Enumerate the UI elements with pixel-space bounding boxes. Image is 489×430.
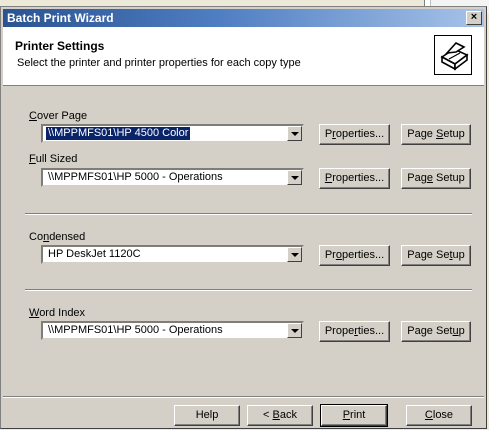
condensed-printer-value: HP DeskJet 1120C — [48, 248, 141, 260]
word-index-page-setup-button[interactable]: Page Setup — [401, 321, 471, 342]
cover-page-label: Cover Page — [29, 110, 88, 122]
full-sized-label: Full Sized — [29, 153, 78, 165]
full-sized-properties-button[interactable]: Properties... — [319, 168, 390, 189]
word-index-label: Word Index — [29, 307, 86, 319]
word-index-printer-select[interactable]: \\MPPMFS01\HP 5000 - Operations — [41, 321, 304, 340]
back-button[interactable]: < Back — [247, 405, 313, 426]
condensed-properties-button[interactable]: Properties... — [319, 245, 390, 266]
cover-page-properties-button[interactable]: Properties... — [319, 124, 390, 145]
page-title: Printer Settings — [15, 39, 105, 53]
footer-divider — [3, 396, 484, 398]
chevron-down-icon[interactable] — [287, 170, 302, 185]
printer-icon — [434, 35, 472, 75]
cover-page-page-setup-button[interactable]: Page Setup — [401, 124, 471, 145]
chevron-down-icon[interactable] — [287, 126, 302, 141]
condensed-label: Condensed — [29, 231, 86, 243]
chevron-down-icon[interactable] — [287, 247, 302, 262]
condensed-printer-select[interactable]: HP DeskJet 1120C — [41, 245, 304, 264]
cover-page-printer-value: \\MPPMFS01\HP 4500 Color — [46, 127, 191, 140]
section-divider — [25, 289, 472, 291]
full-sized-page-setup-button[interactable]: Page Setup — [401, 168, 471, 189]
close-button[interactable]: Close — [406, 405, 472, 426]
full-sized-printer-value: \\MPPMFS01\HP 5000 - Operations — [48, 171, 223, 183]
section-divider — [25, 213, 472, 215]
cover-page-printer-select[interactable]: \\MPPMFS01\HP 4500 Color — [41, 124, 304, 143]
close-window-button[interactable]: × — [466, 11, 482, 25]
page-subtitle: Select the printer and printer propertie… — [17, 57, 301, 69]
help-button[interactable]: Help — [174, 405, 240, 426]
word-index-printer-value: \\MPPMFS01\HP 5000 - Operations — [48, 324, 223, 336]
batch-print-wizard-dialog: Batch Print Wizard × Printer Settings Se… — [0, 6, 487, 429]
print-button[interactable]: Print — [320, 404, 388, 427]
window-title: Batch Print Wizard — [7, 11, 114, 25]
full-sized-printer-select[interactable]: \\MPPMFS01\HP 5000 - Operations — [41, 168, 304, 187]
chevron-down-icon[interactable] — [287, 323, 302, 338]
condensed-page-setup-button[interactable]: Page Setup — [401, 245, 471, 266]
word-index-properties-button[interactable]: Properties... — [319, 321, 390, 342]
title-bar[interactable]: Batch Print Wizard × — [3, 9, 484, 27]
wizard-header: Printer Settings Select the printer and … — [3, 27, 484, 86]
